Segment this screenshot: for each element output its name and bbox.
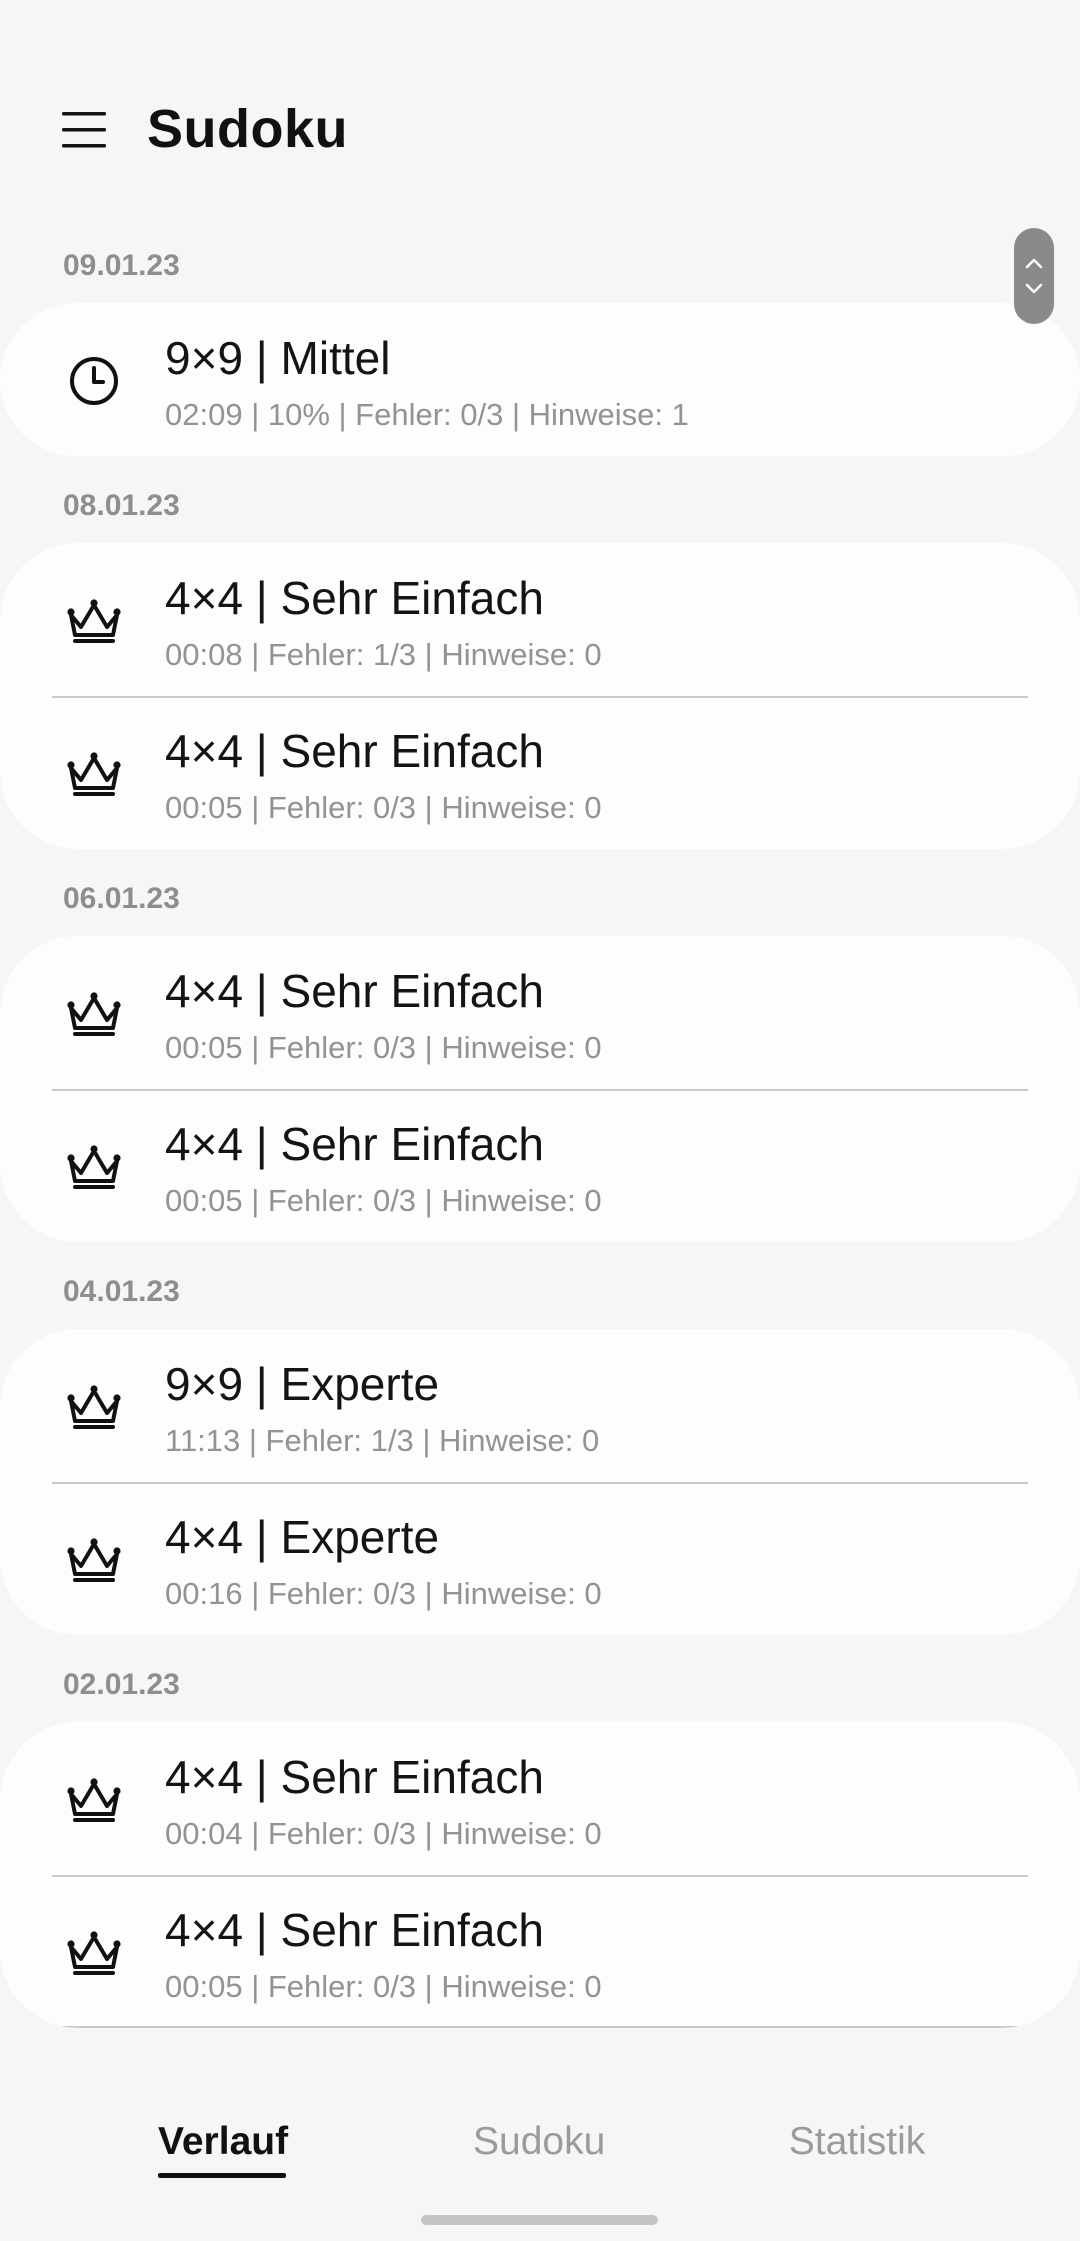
- bottom-navigation: Verlauf Sudoku Statistik: [0, 2120, 1080, 2210]
- entry-title: 9×9 | Mittel: [165, 332, 391, 384]
- fast-scroll-handle[interactable]: [1014, 228, 1054, 324]
- tab-verlauf[interactable]: Verlauf: [158, 2120, 289, 2178]
- crown-icon: [62, 1768, 126, 1832]
- chevron-down-icon: [1025, 283, 1043, 294]
- app-root: Sudoku 09.01.23 9×9 | Mittel 02:09 | 10% |…: [0, 0, 1080, 2241]
- crown-icon: [62, 589, 126, 653]
- crown-icon: [62, 742, 126, 806]
- entry-title: 4×4 | Sehr Einfach: [165, 1904, 544, 1956]
- entry-details: 00:05 | Fehler: 0/3 | Hinweise: 0: [165, 1969, 602, 2004]
- app-header: Sudoku: [0, 85, 1080, 175]
- chevron-up-icon: [1025, 258, 1043, 269]
- history-entry[interactable]: 4×4 | Sehr Einfach 00:05 | Fehler: 0/3 | …: [0, 936, 1080, 1089]
- crown-icon: [62, 982, 126, 1046]
- history-group-card: 4×4 | Sehr Einfach 00:08 | Fehler: 1/3 | …: [0, 543, 1080, 849]
- history-entry[interactable]: 9×9 | Experte 11:13 | Fehler: 1/3 | Hinwe…: [0, 1329, 1080, 1482]
- history-entry[interactable]: 4×4 | Experte 00:16 | Fehler: 0/3 | Hinwe…: [0, 1482, 1080, 1635]
- tab-statistik[interactable]: Statistik: [786, 2120, 928, 2164]
- entry-title: 4×4 | Experte: [165, 1511, 440, 1563]
- entry-details: 02:09 | 10% | Fehler: 0/3 | Hinweise: 1: [165, 397, 689, 432]
- entry-title: 4×4 | Sehr Einfach: [165, 1751, 544, 1803]
- history-group-card: 9×9 | Experte 11:13 | Fehler: 1/3 | Hinwe…: [0, 1329, 1080, 1635]
- history-group-card: 9×9 | Mittel 02:09 | 10% | Fehler: 0/3 | …: [0, 303, 1080, 456]
- entry-details: 00:05 | Fehler: 0/3 | Hinweise: 0: [165, 1183, 602, 1218]
- history-entry[interactable]: 4×4 | Sehr Einfach 00:05 | Fehler: 0/3 | …: [0, 1089, 1080, 1242]
- entry-title: 4×4 | Sehr Einfach: [165, 572, 544, 624]
- page-title: Sudoku: [147, 99, 348, 159]
- entry-title: 9×9 | Experte: [165, 1358, 440, 1410]
- entry-details: 00:05 | Fehler: 0/3 | Hinweise: 0: [165, 790, 602, 825]
- group-date-header: 04.01.23: [63, 1275, 180, 1308]
- history-group-card: 4×4 | Sehr Einfach 00:05 | Fehler: 0/3 | …: [0, 936, 1080, 1242]
- history-list[interactable]: 09.01.23 9×9 | Mittel 02:09 | 10% | Fehler…: [0, 240, 1080, 2085]
- history-group-card: 4×4 | Sehr Einfach 00:04 | Fehler: 0/3 | …: [0, 1722, 1080, 2028]
- group-date-header: 06.01.23: [63, 882, 180, 915]
- clock-icon: [62, 349, 126, 413]
- crown-icon: [62, 1921, 126, 1985]
- home-indicator[interactable]: [421, 2215, 658, 2225]
- group-date-header: 02.01.23: [63, 1668, 180, 1701]
- entry-details: 11:13 | Fehler: 1/3 | Hinweise: 0: [165, 1423, 600, 1458]
- crown-icon: [62, 1528, 126, 1592]
- tab-sudoku[interactable]: Sudoku: [473, 2120, 605, 2164]
- entry-details: 00:16 | Fehler: 0/3 | Hinweise: 0: [165, 1576, 602, 1611]
- group-date-header: 08.01.23: [63, 489, 180, 522]
- active-tab-indicator: [158, 2173, 286, 2178]
- entry-details: 00:08 | Fehler: 1/3 | Hinweise: 0: [165, 637, 602, 672]
- entry-title: 4×4 | Sehr Einfach: [165, 1118, 544, 1170]
- history-entry[interactable]: 4×4 | Sehr Einfach 00:04 | Fehler: 0/3 | …: [0, 1722, 1080, 1875]
- history-entry[interactable]: 4×4 | Sehr Einfach 00:05 | Fehler: 0/3 | …: [0, 696, 1080, 849]
- hamburger-icon: [62, 112, 106, 148]
- tab-label: Sudoku: [473, 2120, 606, 2163]
- menu-button[interactable]: [55, 105, 113, 155]
- group-date-header: 09.01.23: [63, 249, 180, 282]
- history-entry[interactable]: 9×9 | Mittel 02:09 | 10% | Fehler: 0/3 | …: [0, 303, 1080, 456]
- tab-label: Verlauf: [158, 2120, 289, 2163]
- history-entry[interactable]: 4×4 | Sehr Einfach 00:05 | Fehler: 0/3 | …: [0, 1875, 1080, 2028]
- crown-icon: [62, 1375, 126, 1439]
- history-entry[interactable]: 4×4 | Sehr Einfach 00:08 | Fehler: 1/3 | …: [0, 543, 1080, 696]
- entry-details: 00:05 | Fehler: 0/3 | Hinweise: 0: [165, 1030, 602, 1065]
- crown-icon: [62, 1135, 126, 1199]
- tab-label: Statistik: [788, 2120, 926, 2163]
- entry-details: 00:04 | Fehler: 0/3 | Hinweise: 0: [165, 1816, 602, 1851]
- entry-title: 4×4 | Sehr Einfach: [165, 725, 544, 777]
- entry-title: 4×4 | Sehr Einfach: [165, 965, 544, 1017]
